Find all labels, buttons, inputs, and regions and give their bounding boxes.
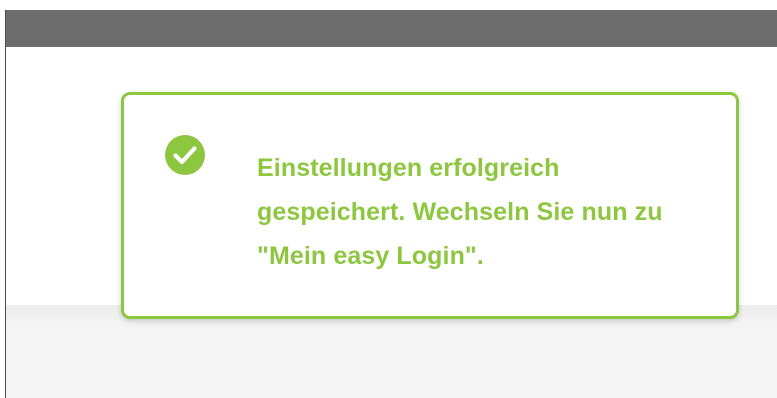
app-window: Einstellungen erfolgreich gespeichert. W… xyxy=(0,0,777,398)
check-circle-icon xyxy=(165,135,205,175)
success-notification: Einstellungen erfolgreich gespeichert. W… xyxy=(121,92,739,319)
header-bar xyxy=(6,10,777,47)
notification-message: Einstellungen erfolgreich gespeichert. W… xyxy=(257,154,663,270)
